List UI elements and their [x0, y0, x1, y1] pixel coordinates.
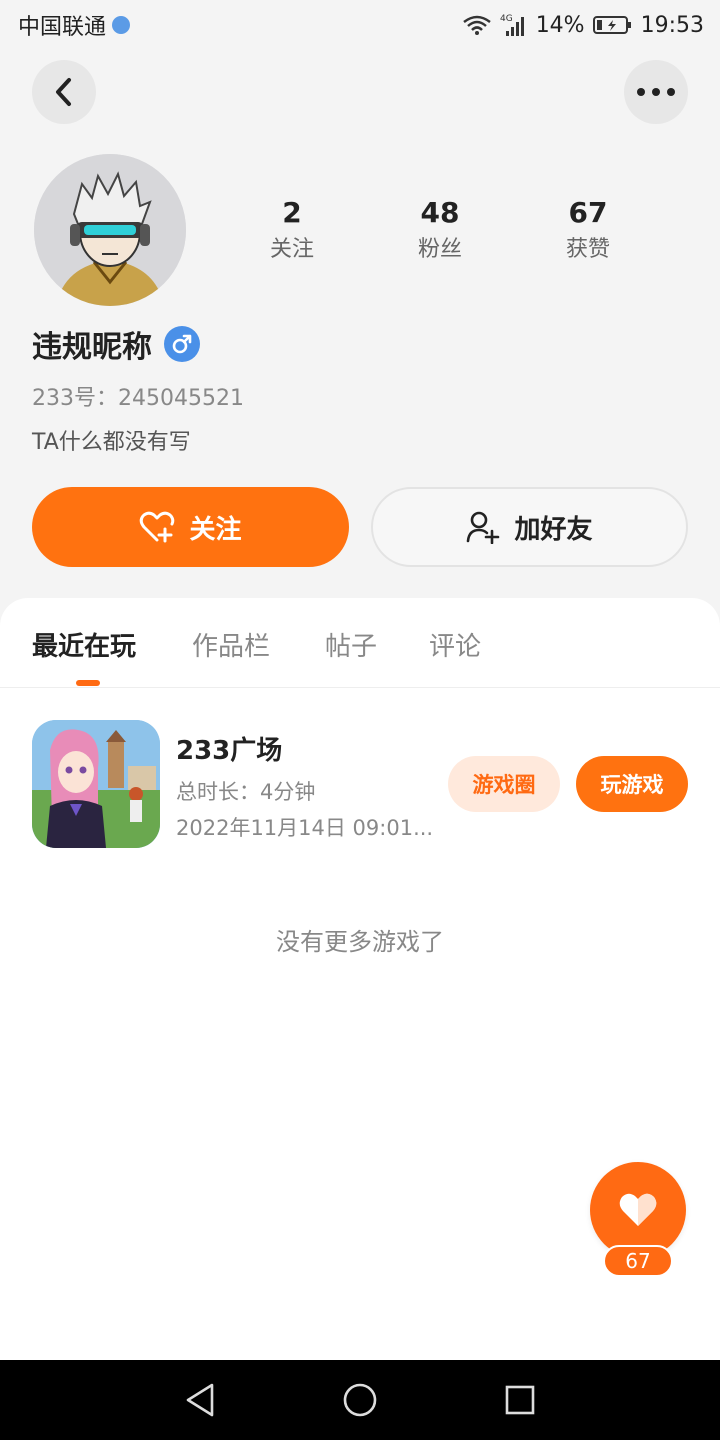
stat-fans-value: 48 [420, 196, 460, 229]
tab-indicator [76, 680, 100, 686]
nickname: 违规昵称 [32, 330, 152, 365]
back-arrow-icon [56, 78, 71, 106]
game-list-item[interactable]: 233广场 总时长：4分钟 2022年11月14日 09:01... 游戏圈 玩… [32, 720, 688, 848]
more-dots-icon [637, 88, 675, 96]
system-nav-bar [0, 1360, 720, 1440]
stat-likes[interactable]: 67 获赞 [528, 196, 648, 268]
carrier-badge-icon [112, 16, 131, 34]
status-bar: 中国联通 4G 14% 19:53 [0, 0, 720, 50]
status-right: 4G 14% 19:53 [462, 13, 704, 38]
follow-button[interactable]: 关注 [32, 487, 349, 567]
avatar[interactable] [34, 154, 186, 306]
nav-back-icon[interactable] [180, 1380, 220, 1420]
tab-recent-games[interactable]: 最近在玩 [32, 626, 136, 663]
add-person-icon [467, 511, 500, 544]
game-duration: 总时长：4分钟 [176, 780, 316, 804]
game-circle-button[interactable]: 游戏圈 [448, 756, 560, 812]
uid-row: 233号：245045521 [32, 380, 244, 412]
heart-plus-icon [140, 511, 175, 543]
game-icon[interactable] [32, 720, 160, 848]
like-fab-button[interactable] [590, 1162, 686, 1258]
tab-comments[interactable]: 评论 [429, 626, 481, 663]
clock: 19:53 [640, 12, 704, 38]
play-game-button[interactable]: 玩游戏 [576, 756, 688, 812]
stat-fans-label: 粉丝 [417, 237, 462, 262]
network-type-text: 4G [500, 14, 513, 24]
game-last-played: 2022年11月14日 09:01... [176, 816, 434, 840]
wifi-icon [462, 14, 492, 36]
uid-value: 245045521 [118, 386, 244, 411]
uid-label: 233号： [32, 386, 118, 411]
heart-icon [619, 1193, 657, 1226]
empty-hint: 没有更多游戏了 [276, 928, 444, 956]
stat-likes-label: 获赞 [565, 237, 610, 262]
stat-fans[interactable]: 48 粉丝 [380, 196, 500, 268]
carrier-name: 中国联通 [18, 15, 107, 40]
avatar-illustration [34, 154, 186, 306]
nickname-row: 违规昵称 [32, 322, 200, 366]
follow-button-label: 关注 [189, 514, 242, 545]
game-title: 233广场 [176, 736, 283, 766]
tab-works[interactable]: 作品栏 [192, 626, 270, 663]
status-left: 中国联通 [18, 9, 131, 41]
battery-percent: 14% [535, 12, 585, 38]
stat-following[interactable]: 2 关注 [232, 196, 352, 268]
bio: TA什么都没有写 [32, 430, 191, 455]
like-count-badge: 67 [603, 1245, 673, 1277]
stat-likes-value: 67 [568, 196, 608, 229]
signal-icon: 4G [500, 13, 528, 37]
nav-home-icon[interactable] [340, 1380, 380, 1420]
nav-recents-icon[interactable] [500, 1380, 540, 1420]
back-button[interactable] [32, 60, 96, 124]
add-friend-button-label: 加好友 [514, 514, 593, 545]
tab-posts[interactable]: 帖子 [325, 626, 377, 663]
male-symbol-icon [164, 326, 200, 362]
game-icon-art [32, 720, 160, 848]
battery-icon [592, 15, 633, 35]
tab-bar: 最近在玩 作品栏 帖子 评论 [0, 598, 720, 688]
more-button[interactable] [624, 60, 688, 124]
add-friend-button[interactable]: 加好友 [371, 487, 688, 567]
stat-following-value: 2 [282, 196, 302, 229]
stat-following-label: 关注 [269, 237, 314, 262]
